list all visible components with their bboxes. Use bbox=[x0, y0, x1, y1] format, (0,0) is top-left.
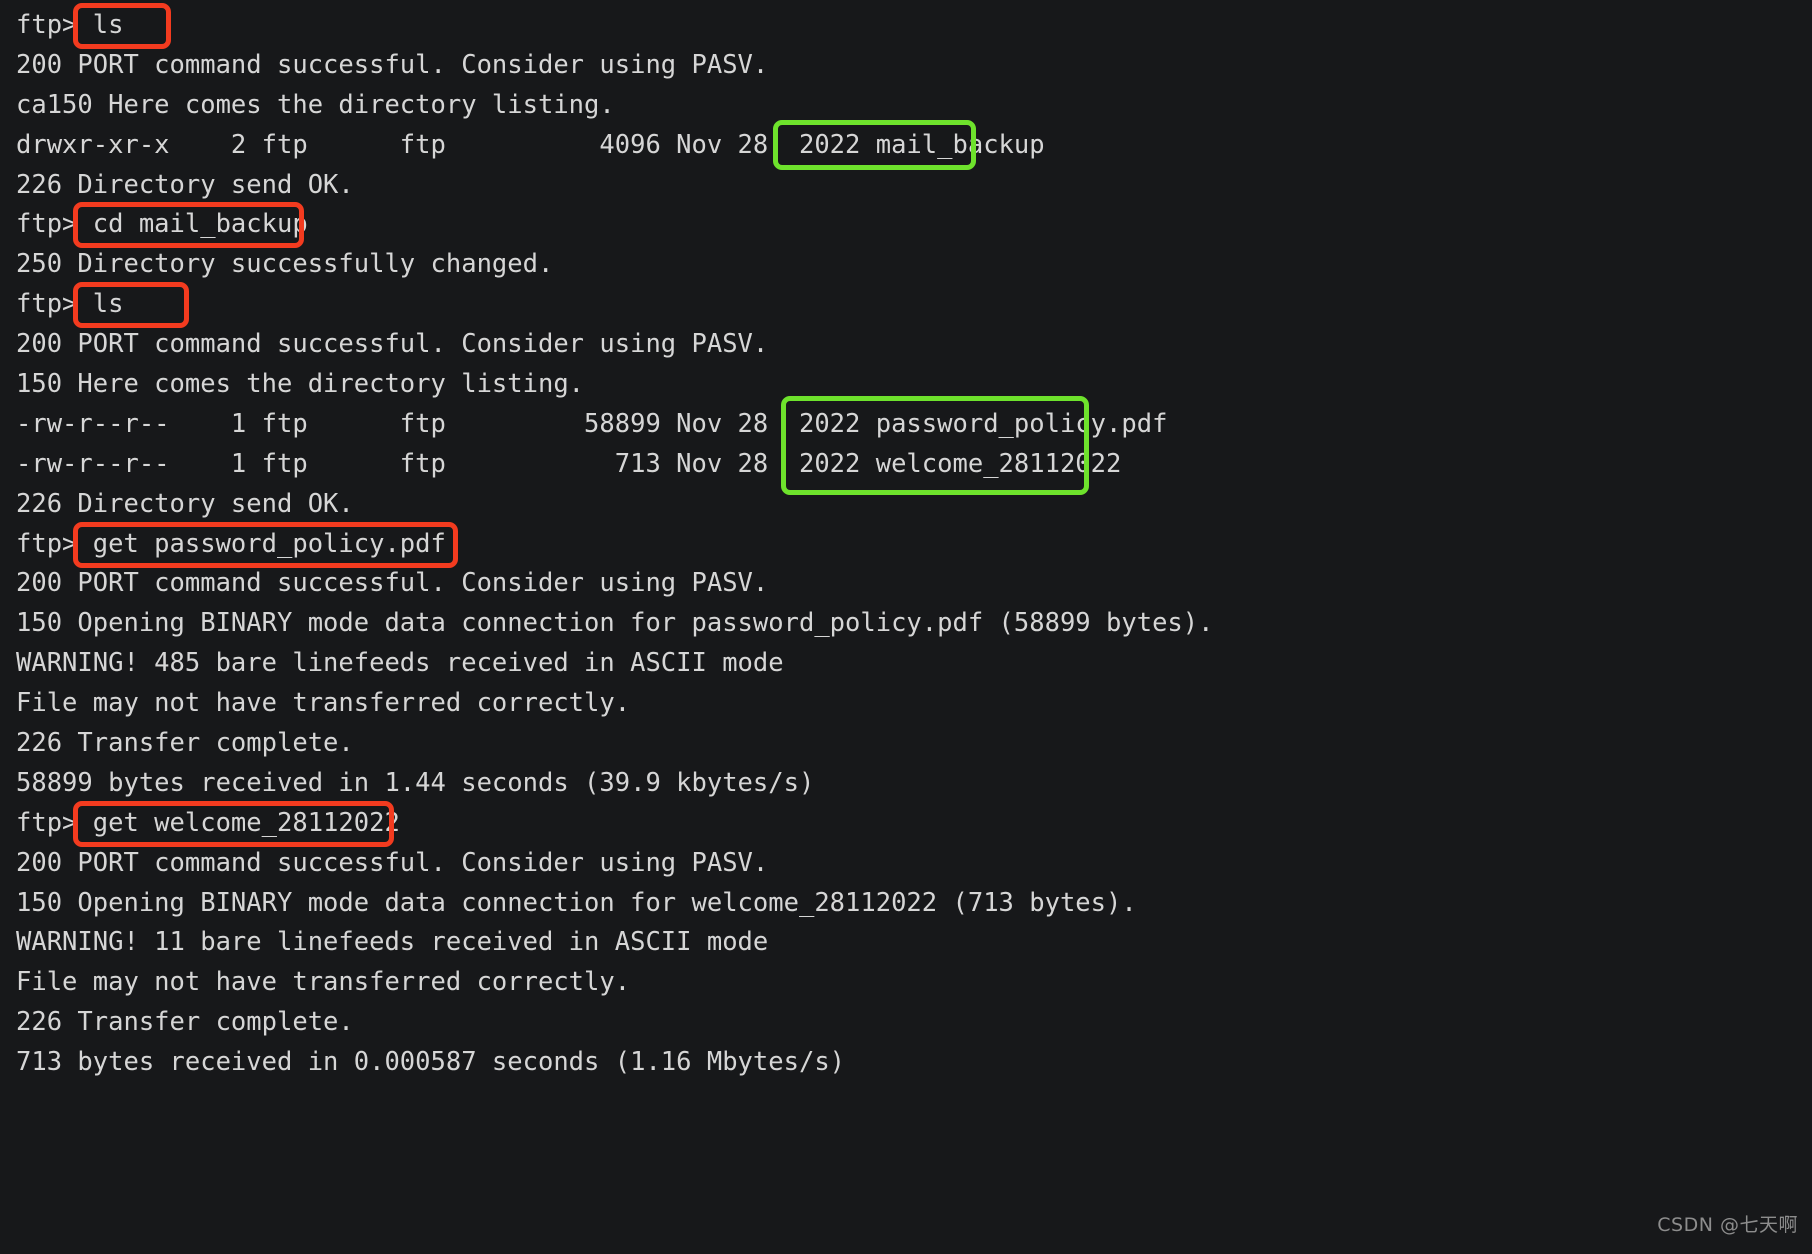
terminal-line: ftp> get welcome_28112022 bbox=[16, 807, 400, 838]
terminal-line: 713 bytes received in 0.000587 seconds (… bbox=[16, 1047, 846, 1078]
terminal-line: 250 Directory successfully changed. bbox=[16, 249, 554, 280]
terminal-line: 226 Transfer complete. bbox=[16, 1007, 354, 1038]
terminal-line: 200 PORT command successful. Consider us… bbox=[16, 49, 769, 80]
terminal-output: ftp> ls 200 PORT command successful. Cons… bbox=[16, 6, 1213, 1083]
terminal-line: 200 PORT command successful. Consider us… bbox=[16, 329, 769, 360]
terminal-line: 226 Transfer complete. bbox=[16, 728, 354, 759]
watermark: CSDN @七天啊 bbox=[1657, 1214, 1798, 1237]
terminal-line: ftp> get password_policy.pdf bbox=[16, 528, 446, 559]
terminal-line: ca150 Here comes the directory listing. bbox=[16, 89, 615, 120]
terminal-line: 226 Directory send OK. bbox=[16, 488, 354, 519]
terminal-line: drwxr-xr-x 2 ftp ftp 4096 Nov 28 2022 ma… bbox=[16, 129, 1045, 160]
terminal-line: ftp> cd mail_backup bbox=[16, 209, 308, 240]
terminal-line: WARNING! 485 bare linefeeds received in … bbox=[16, 648, 784, 679]
terminal-line: 226 Directory send OK. bbox=[16, 169, 354, 200]
terminal-line: ftp> ls bbox=[16, 289, 124, 320]
terminal-line: File may not have transferred correctly. bbox=[16, 688, 631, 719]
terminal-line: File may not have transferred correctly. bbox=[16, 967, 631, 998]
terminal-line: -rw-r--r-- 1 ftp ftp 58899 Nov 28 2022 p… bbox=[16, 408, 1168, 439]
terminal-line: 150 Opening BINARY mode data connection … bbox=[16, 887, 1137, 918]
terminal-line: 200 PORT command successful. Consider us… bbox=[16, 847, 769, 878]
terminal-line: 150 Here comes the directory listing. bbox=[16, 369, 585, 400]
terminal-line: 150 Opening BINARY mode data connection … bbox=[16, 608, 1214, 639]
terminal-line: 58899 bytes received in 1.44 seconds (39… bbox=[16, 767, 815, 798]
terminal-line: WARNING! 11 bare linefeeds received in A… bbox=[16, 927, 769, 958]
terminal-line: -rw-r--r-- 1 ftp ftp 713 Nov 28 2022 wel… bbox=[16, 448, 1122, 479]
terminal-line: 200 PORT command successful. Consider us… bbox=[16, 568, 769, 599]
terminal-line: ftp> ls bbox=[16, 10, 124, 40]
terminal-window[interactable]: ftp> ls 200 PORT command successful. Cons… bbox=[0, 0, 1812, 1254]
